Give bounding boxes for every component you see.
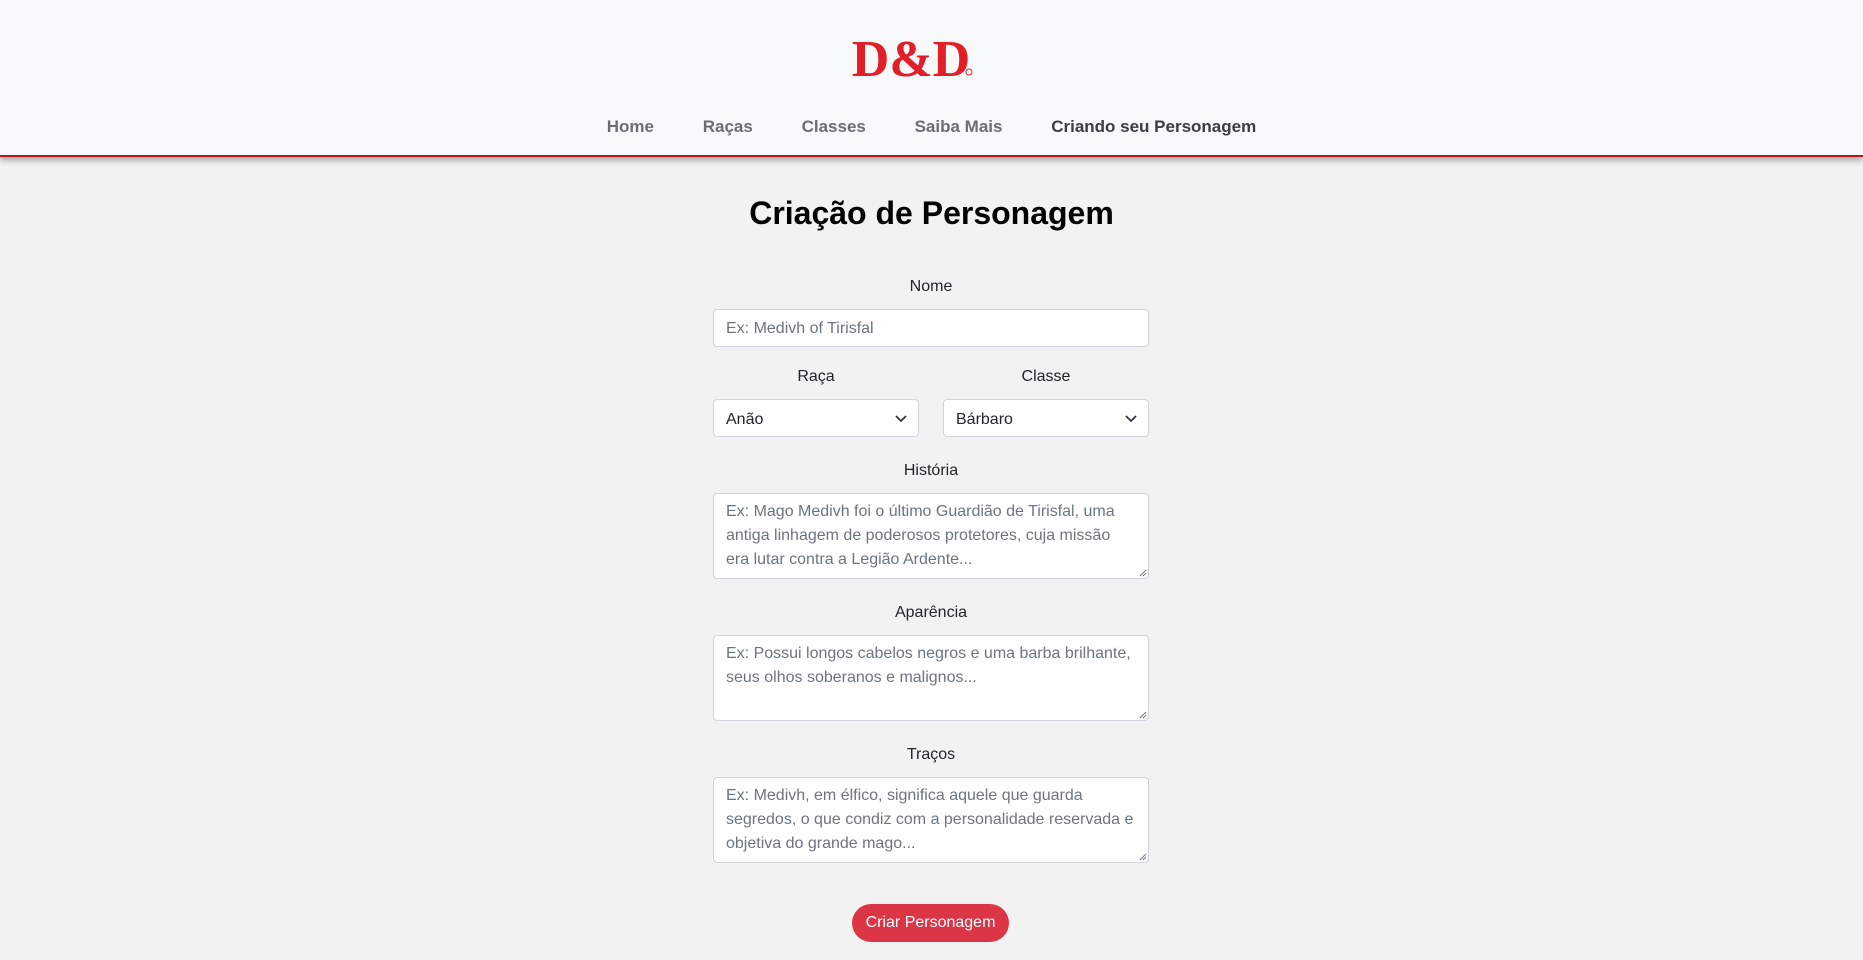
tracos-textarea[interactable]: Ex: Medivh, em élfico, significa aquele … bbox=[713, 777, 1149, 863]
classe-label: Classe bbox=[1021, 368, 1071, 385]
aparencia-placeholder: Ex: Possui longos cabelos negros e uma b… bbox=[726, 645, 1131, 686]
raca-select[interactable]: Anão bbox=[713, 399, 919, 437]
chevron-down-icon bbox=[895, 415, 907, 423]
historia-textarea[interactable]: Ex: Mago Medivh foi o último Guardião de… bbox=[713, 493, 1149, 579]
resize-handle-icon[interactable] bbox=[1138, 568, 1147, 577]
aparencia-label: Aparência bbox=[894, 604, 968, 621]
nav-criando-personagem[interactable]: Criando seu Personagem bbox=[1051, 117, 1256, 137]
nav-racas[interactable]: Raças bbox=[703, 117, 753, 137]
historia-placeholder: Ex: Mago Medivh foi o último Guardião de… bbox=[726, 503, 1115, 568]
tracos-label: Traços bbox=[906, 746, 956, 763]
nome-placeholder: Ex: Medivh of Tirisfal bbox=[726, 320, 874, 337]
site-header: D&D Home Raças Classes Saiba Mais Criand… bbox=[0, 0, 1863, 157]
tracos-placeholder: Ex: Medivh, em élfico, significa aquele … bbox=[726, 787, 1134, 852]
historia-label: História bbox=[903, 462, 959, 479]
criar-personagem-button[interactable]: Criar Personagem bbox=[852, 904, 1009, 942]
chevron-down-icon bbox=[1125, 415, 1137, 423]
raca-label: Raça bbox=[797, 368, 835, 385]
page-title: Criação de Personagem bbox=[749, 195, 1114, 231]
resize-handle-icon[interactable] bbox=[1138, 710, 1147, 719]
aparencia-textarea[interactable]: Ex: Possui longos cabelos negros e uma b… bbox=[713, 635, 1149, 721]
nome-label: Nome bbox=[909, 278, 953, 295]
main-nav: Home Raças Classes Saiba Mais Criando se… bbox=[0, 117, 1863, 137]
svg-text:D&D: D&D bbox=[852, 31, 970, 86]
classe-select[interactable]: Bárbaro bbox=[943, 399, 1149, 437]
classe-selected-value: Bárbaro bbox=[956, 411, 1013, 428]
raca-selected-value: Anão bbox=[726, 411, 764, 428]
nav-home[interactable]: Home bbox=[607, 117, 654, 137]
dnd-logo[interactable]: D&D bbox=[849, 30, 973, 86]
nav-classes[interactable]: Classes bbox=[802, 117, 866, 137]
nav-saiba-mais[interactable]: Saiba Mais bbox=[915, 117, 1003, 137]
resize-handle-icon[interactable] bbox=[1138, 852, 1147, 861]
nome-input[interactable]: Ex: Medivh of Tirisfal bbox=[713, 309, 1149, 347]
